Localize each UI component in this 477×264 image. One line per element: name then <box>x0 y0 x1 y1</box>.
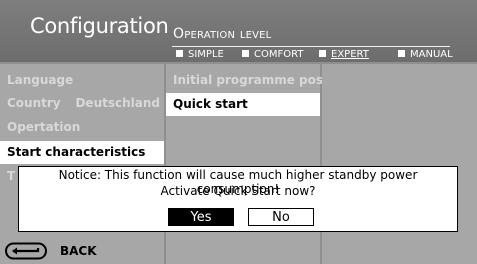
menu-item-start-characteristics[interactable]: Start characteristics <box>0 141 164 164</box>
main-menu-column: Language Country Deutschland Opertation … <box>0 64 164 264</box>
no-button[interactable]: No <box>248 208 314 226</box>
level-option-comfort[interactable]: COMFORT <box>242 49 303 60</box>
square-bullet-icon <box>242 50 249 57</box>
square-bullet-icon <box>319 50 326 57</box>
detail-column <box>322 64 477 264</box>
yes-button[interactable]: Yes <box>168 208 234 226</box>
level-option-simple[interactable]: SIMPLE <box>176 49 224 60</box>
menu-item-country[interactable]: Country Deutschland <box>0 92 164 115</box>
square-bullet-icon <box>176 50 183 57</box>
menu-item-language[interactable]: Language <box>0 69 164 92</box>
operation-level-title: Operation level <box>173 26 272 42</box>
divider <box>172 46 450 47</box>
menu-item-operation[interactable]: Opertation <box>0 116 164 139</box>
country-value: Deutschland <box>75 96 160 110</box>
back-label: BACK <box>60 244 97 258</box>
level-option-expert[interactable]: EXPERT <box>319 49 369 60</box>
submenu-column: Initial programme positi- Quick start <box>166 64 342 264</box>
header-bar: Configuration Operation level SIMPLE COM… <box>0 0 477 62</box>
dialog-question: Activate Quick Start now? <box>160 184 316 198</box>
submenu-item-initial-programme[interactable]: Initial programme positi- <box>166 69 342 92</box>
page-title: Configuration <box>30 14 169 38</box>
square-bullet-icon <box>398 50 405 57</box>
operation-level-options: SIMPLE COMFORT EXPERT MANUAL <box>172 48 472 62</box>
confirm-dialog: Notice: This function will cause much hi… <box>18 166 458 232</box>
submenu-item-quick-start[interactable]: Quick start <box>166 93 320 116</box>
back-arrow-icon <box>5 242 47 260</box>
level-option-manual[interactable]: MANUAL <box>398 49 453 60</box>
